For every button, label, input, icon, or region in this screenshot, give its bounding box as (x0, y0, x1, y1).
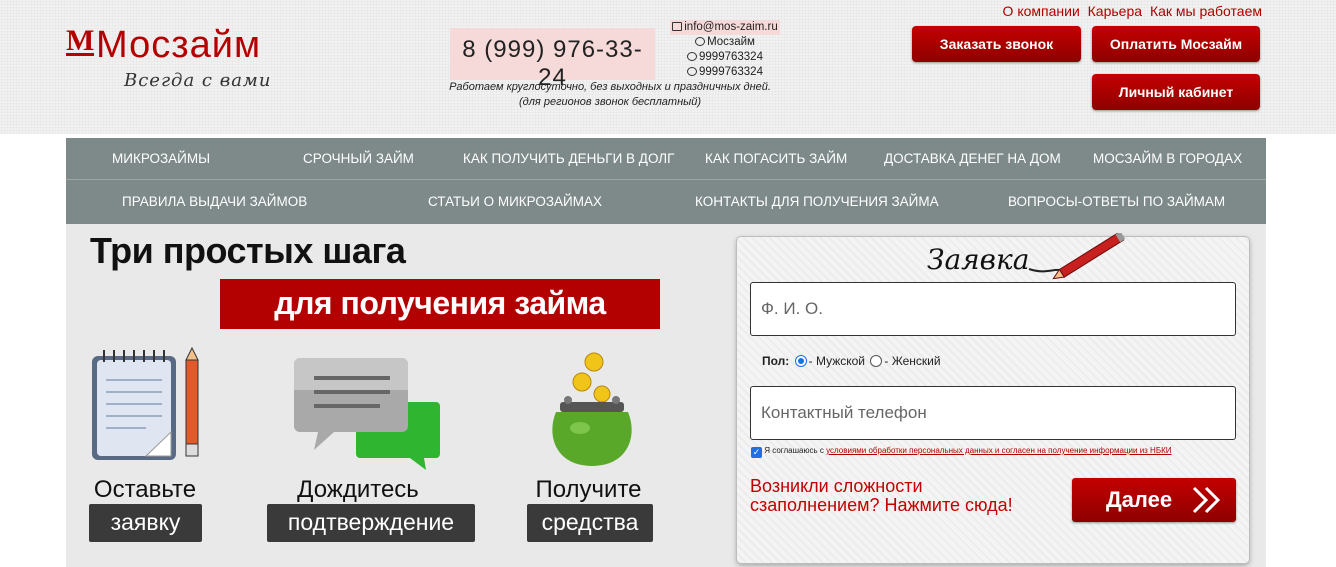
header-phone[interactable]: 8 (999) 976-33-24 (450, 28, 655, 91)
consent-block: ✓ Я соглашаюсь с условиями обработки пер… (751, 444, 1241, 458)
skype-link[interactable]: Мосзайм (660, 35, 790, 50)
gender-male-label: - Мужской (808, 354, 866, 368)
help-link[interactable]: Возникли сложности сзаполнением? Нажмите… (750, 477, 1050, 515)
nav-item-contacts[interactable]: Контакты для получения займа (695, 181, 939, 223)
nav-item-repay-loan[interactable]: Как погасить займ (705, 138, 847, 180)
notepad-icon (92, 346, 199, 460)
gender-label: Пол: (762, 354, 790, 368)
application-form: Заявка Ф. И. О. Пол: - Мужской - Женский… (737, 233, 1249, 563)
skype-text: Мосзайм (707, 36, 755, 48)
nav-item-microloans[interactable]: Микрозаймы (112, 138, 210, 180)
nav-item-articles[interactable]: Статьи о микрозаймах (428, 181, 602, 223)
chat-icon (294, 358, 440, 470)
nav-row-1: Микрозаймы Срочный займ Как получить ден… (66, 138, 1266, 180)
next-button-label: Далее (1106, 487, 1173, 512)
toplink-career[interactable]: Карьера (1088, 3, 1142, 19)
whatsapp-text: 9999763324 (699, 66, 763, 78)
step2-badge: подтверждение (267, 504, 475, 542)
logo-slogan: Всегда с вами (124, 70, 272, 91)
gender-male-radio[interactable] (794, 355, 807, 367)
step2-caption: Дождитесь (297, 476, 419, 503)
steps-title: Три простых шага (90, 230, 406, 271)
email-text: info@mos-zaim.ru (684, 21, 778, 33)
site-logo[interactable]: М Мосзайм Всегда с вами (66, 22, 326, 102)
nav-item-home-delivery[interactable]: Доставка денег на дом (884, 138, 1061, 180)
personal-cabinet-button[interactable]: Личный кабинет (1092, 74, 1260, 110)
consent-link[interactable]: условиями обработки персональных данных … (826, 446, 1171, 455)
step3-badge: средства (527, 504, 653, 542)
phone-input[interactable]: Контактный телефон (750, 386, 1236, 440)
steps-banner: для получения займа (220, 279, 660, 329)
nav-row-2: Правила выдачи займов Статьи о микрозайм… (66, 181, 1266, 223)
gender-selector: Пол: - Мужской - Женский (762, 354, 941, 368)
email-link[interactable]: info@mos-zaim.ru (670, 20, 780, 35)
top-links: О компании Карьера Как мы работаем (999, 3, 1262, 19)
form-title: Заявка (927, 243, 1030, 276)
nav-item-rules[interactable]: Правила выдачи займов (122, 181, 307, 223)
viber-icon (687, 52, 698, 61)
step3-caption: Получите (535, 476, 642, 503)
mail-icon (672, 22, 683, 31)
toplink-how-we-work[interactable]: Как мы работаем (1150, 3, 1262, 19)
step1-badge: заявку (89, 504, 202, 542)
step1-caption: Оставьте (93, 476, 197, 503)
work-hours: Работаем круглосуточно, без выходных и п… (405, 80, 815, 110)
toplink-about[interactable]: О компании (1003, 3, 1080, 19)
logo-mark: М (66, 24, 95, 57)
skype-icon (695, 37, 706, 46)
nav-item-urgent-loan[interactable]: Срочный займ (303, 138, 414, 180)
whatsapp-icon (687, 67, 698, 76)
work-hours-line2: (для регионов звонок бесплатный) (518, 96, 702, 108)
viber-text: 9999763324 (699, 51, 763, 63)
full-name-input[interactable]: Ф. И. О. (750, 282, 1236, 336)
logo-name: Мосзайм (96, 24, 262, 66)
gender-female-radio[interactable] (870, 355, 883, 367)
site-header: М Мосзайм Всегда с вами 8 (999) 976-33-2… (0, 0, 1336, 134)
double-chevron-right-icon (1192, 486, 1221, 514)
viber-link[interactable]: 9999763324 (660, 50, 790, 65)
gender-female-label: - Женский (884, 354, 941, 368)
purse-icon (552, 352, 632, 466)
consent-prefix: Я соглашаюсь с (764, 446, 827, 455)
next-button[interactable]: Далее (1072, 478, 1236, 522)
nav-item-cities[interactable]: Мосзайм в городах (1093, 138, 1242, 180)
nav-item-get-money[interactable]: Как получить деньги в долг (463, 138, 674, 180)
nav-item-faq[interactable]: Вопросы-ответы по займам (1008, 181, 1225, 223)
contacts-block: info@mos-zaim.ru Мосзайм 9999763324 9999… (660, 20, 790, 80)
pay-button[interactable]: Оплатить Мосзайм (1092, 26, 1260, 62)
main-nav: Микрозаймы Срочный займ Как получить ден… (66, 138, 1266, 224)
consent-checkbox[interactable]: ✓ (751, 447, 762, 458)
work-hours-line1: Работаем круглосуточно, без выходных и п… (449, 81, 771, 93)
whatsapp-link[interactable]: 9999763324 (660, 65, 790, 80)
order-call-button[interactable]: Заказать звонок (912, 26, 1081, 62)
pencil-icon (1028, 233, 1126, 280)
